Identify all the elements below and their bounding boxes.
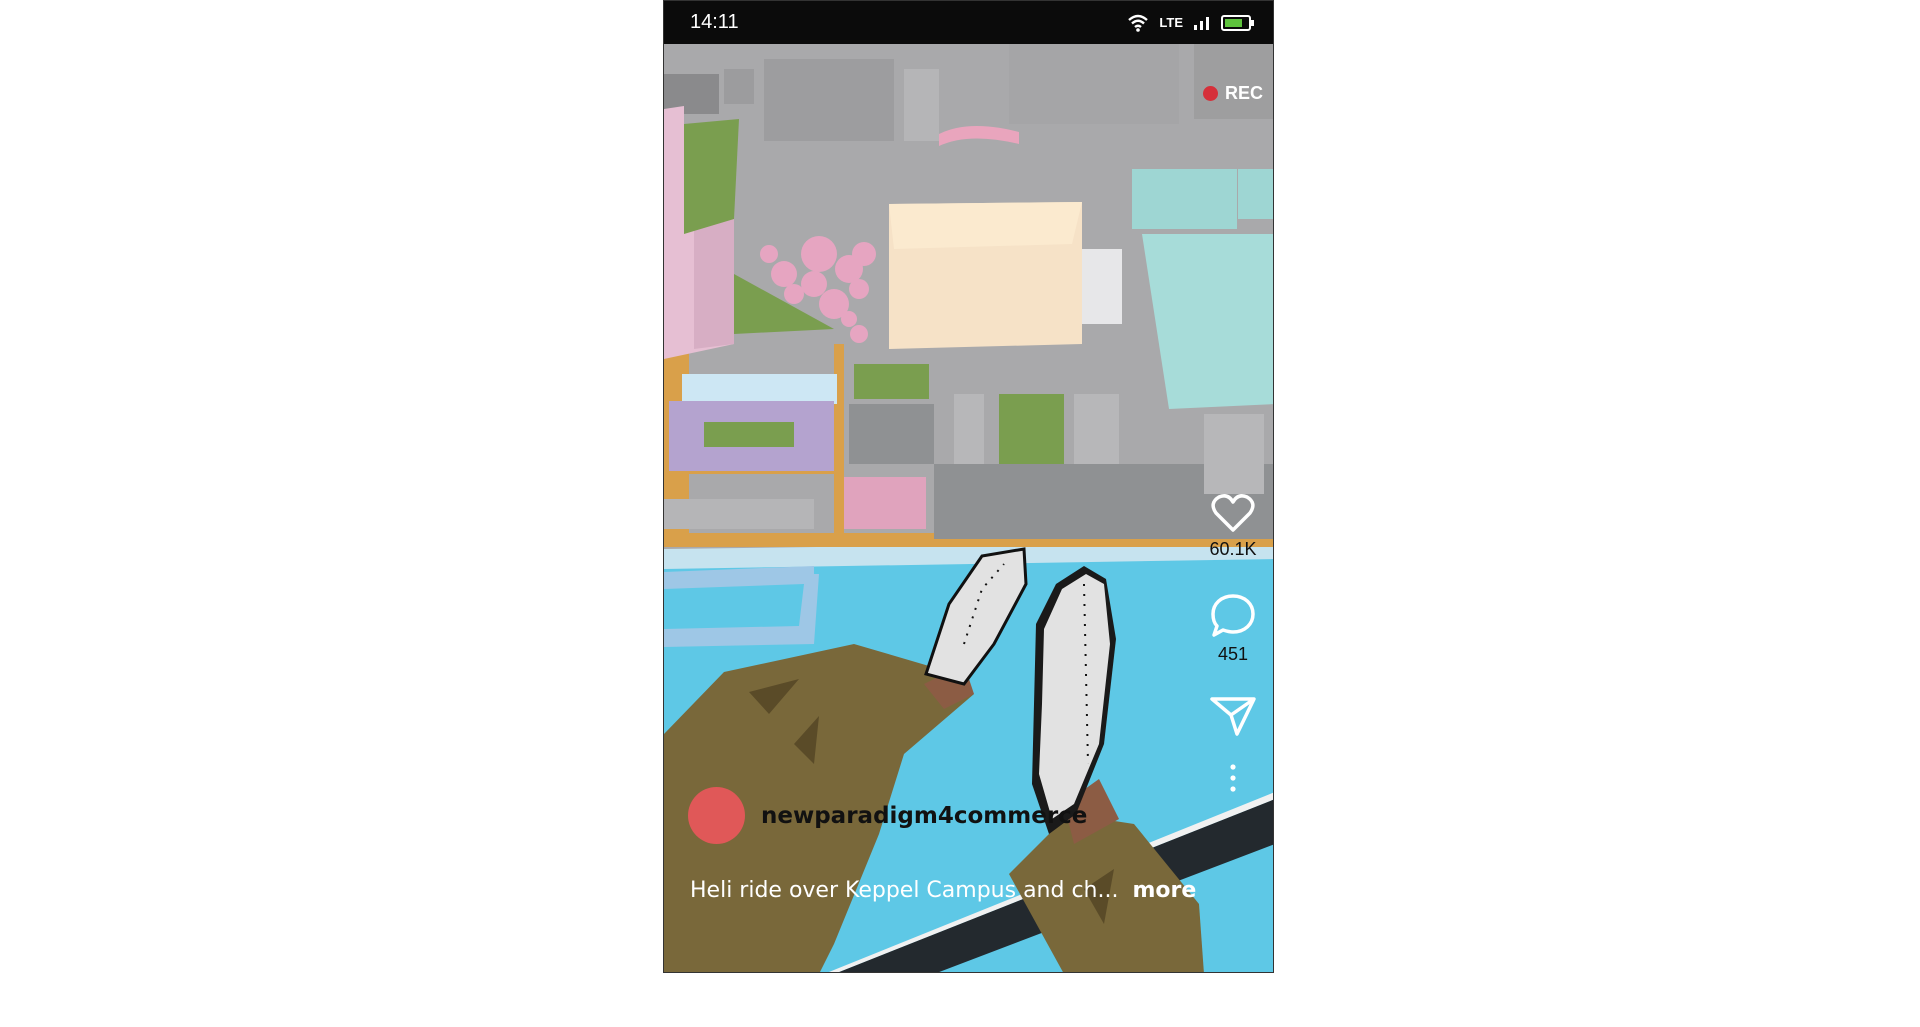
recording-indicator: REC	[1202, 83, 1263, 104]
more-options-button[interactable]	[1228, 763, 1238, 793]
status-icons: LTE	[1127, 14, 1255, 32]
status-bar: 14:11 LTE	[664, 1, 1273, 44]
share-button[interactable]	[1209, 693, 1257, 737]
post-author[interactable]: newparadigm4commerce	[688, 787, 1087, 844]
status-time: 14:11	[690, 11, 739, 33]
more-options-icon	[1230, 764, 1236, 792]
battery-icon	[1221, 14, 1254, 31]
comment-count: 451	[1217, 644, 1249, 664]
more-link[interactable]: more	[1132, 878, 1196, 903]
recording-dot-icon	[1202, 86, 1218, 101]
wifi-icon	[1128, 14, 1149, 32]
post-caption: Heli ride over Keppel Campus and ch... mo…	[690, 878, 1196, 903]
comment-button[interactable]: 451	[1209, 592, 1257, 665]
signal-icon	[1194, 16, 1209, 30]
like-button[interactable]: 60.1K	[1209, 493, 1257, 560]
network-type: LTE	[1159, 15, 1183, 30]
avatar[interactable]	[688, 787, 745, 844]
heart-icon	[1211, 494, 1255, 532]
caption-text: Heli ride over Keppel Campus and ch...	[690, 878, 1119, 903]
like-count: 60.1K	[1209, 539, 1257, 559]
send-icon	[1210, 697, 1256, 736]
action-bar: 60.1K 451	[1193, 493, 1273, 793]
username[interactable]: newparadigm4commerce	[761, 803, 1087, 829]
recording-label: REC	[1224, 83, 1263, 103]
comment-icon	[1211, 594, 1255, 637]
phone-screen: 14:11 LTE REC 60.1K 451 newparadigm4comm…	[663, 0, 1274, 973]
